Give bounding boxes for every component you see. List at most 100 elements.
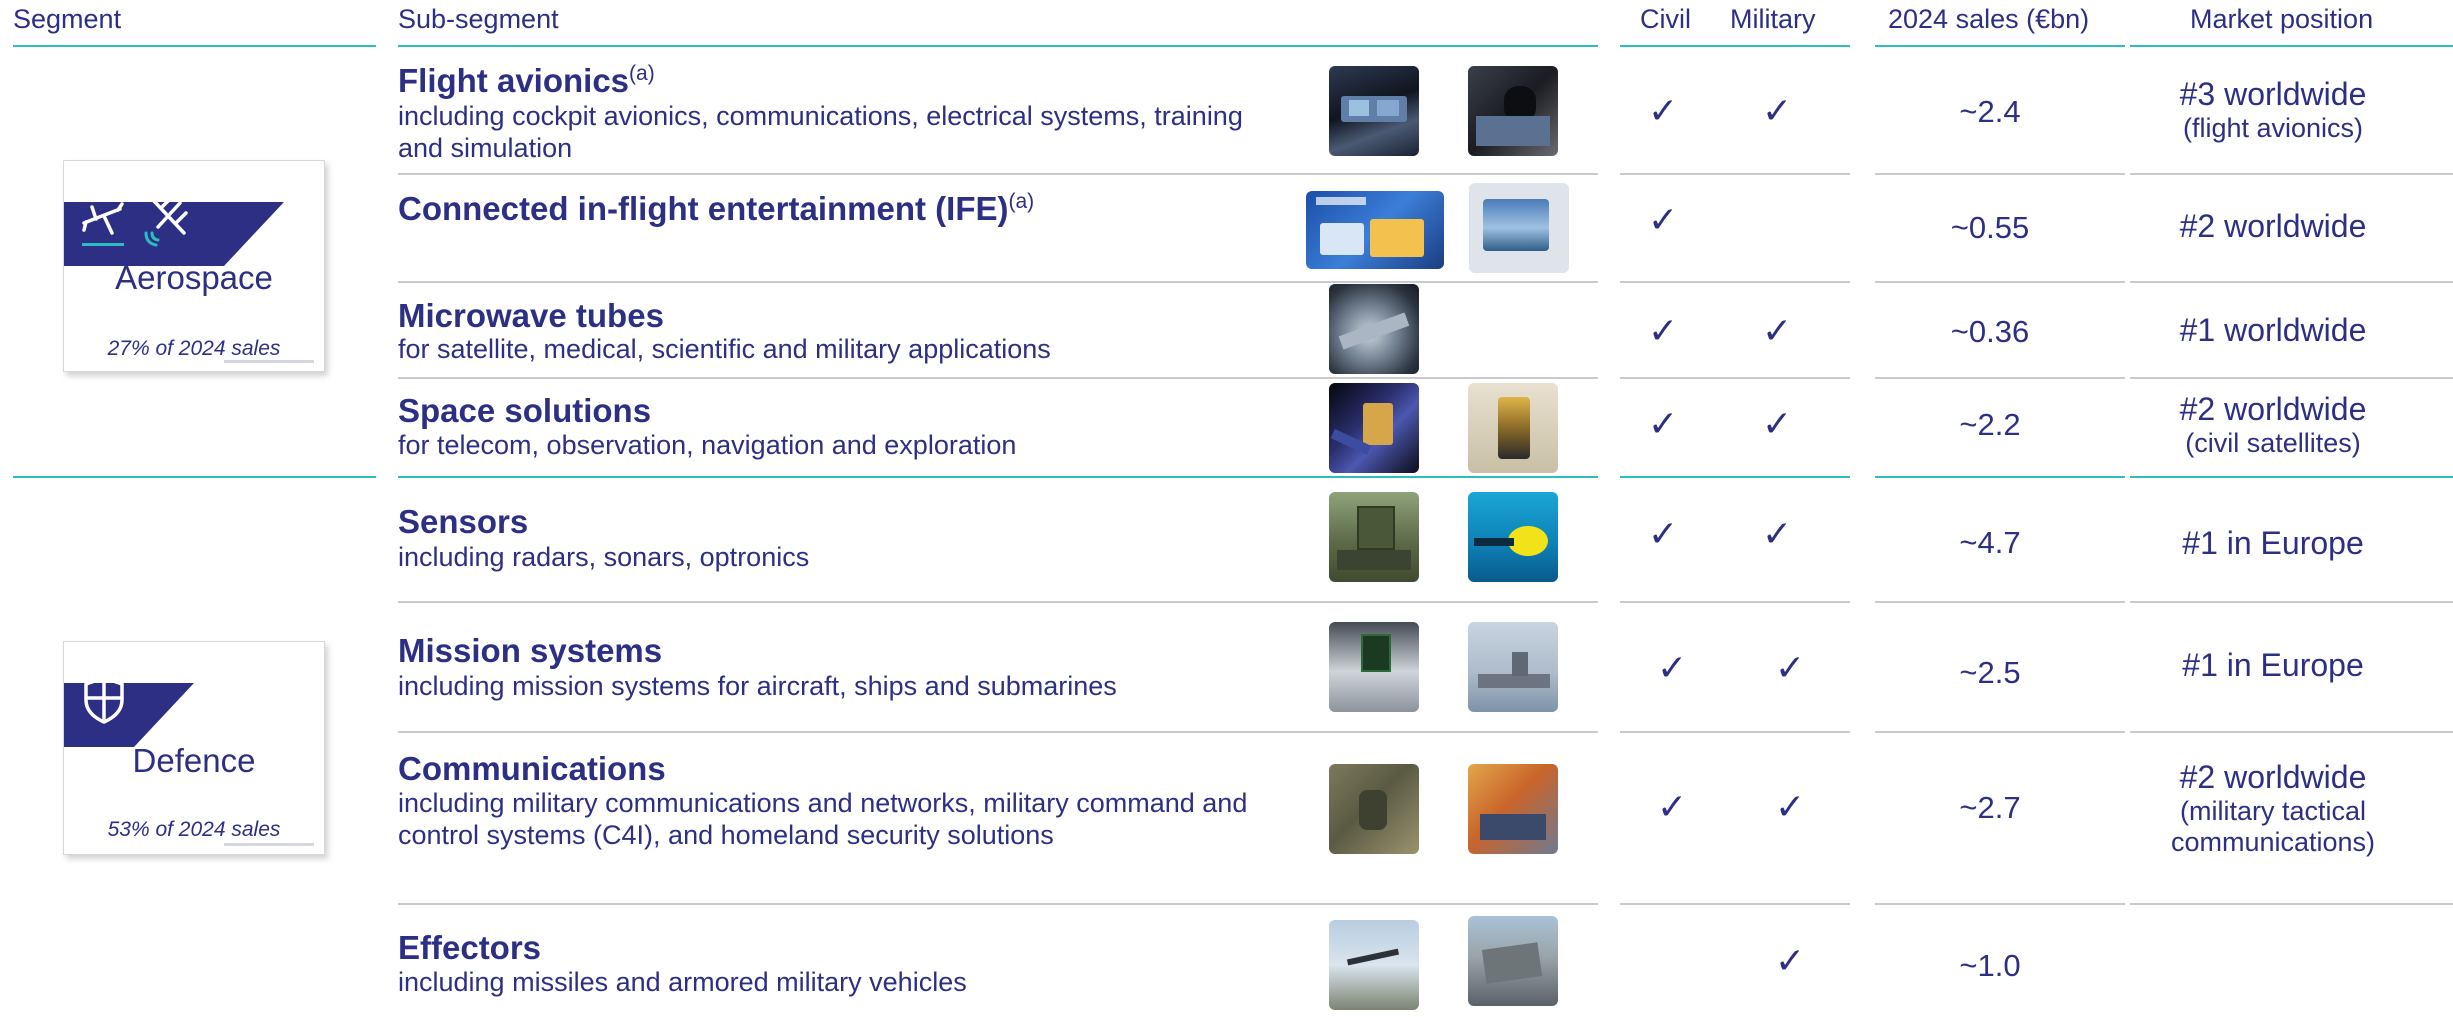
header-rule-segment <box>13 45 376 47</box>
row-title-footnote: (a) <box>1008 190 1035 213</box>
segment-underline <box>224 843 314 846</box>
sales-value: ~4.7 <box>1959 525 2021 560</box>
radar-photo <box>1329 492 1419 582</box>
row-title-text: Space solutions <box>398 392 652 429</box>
market-position-rank: #3 worldwide <box>2179 76 2367 112</box>
row-description: including mission systems for aircraft, … <box>398 671 1117 701</box>
header-rule-market <box>2130 45 2453 47</box>
seat-screen-photo <box>1469 183 1569 273</box>
header-rule-sales <box>1875 45 2125 47</box>
header-market-position: Market position <box>2190 4 2374 34</box>
row-separator <box>1620 281 1850 283</box>
row-separator <box>1875 903 2125 905</box>
row-separator <box>398 377 1598 379</box>
segment-share: 53% of 2024 sales <box>107 818 281 841</box>
simulator-photo <box>1468 66 1558 156</box>
civil-check: ✓ <box>1648 91 1679 132</box>
row-separator <box>398 281 1598 283</box>
row-separator <box>2130 731 2453 733</box>
header-segment: Segment <box>13 4 122 34</box>
row-title-text: Connected in-flight entertainment (IFE) <box>398 190 1009 227</box>
row-separator <box>2130 281 2453 283</box>
row-separator <box>1620 377 1850 379</box>
microwave-tube-photo <box>1329 284 1419 374</box>
airplane-icon <box>82 202 124 246</box>
segment-card-aerospace: Aerospace 27% of 2024 sales <box>63 160 325 372</box>
market-position-note: (flight avionics) <box>2182 113 2364 143</box>
market-position-rank: #1 in Europe <box>2182 525 2364 561</box>
row-separator <box>1620 601 1850 603</box>
cockpit-photo <box>1329 66 1419 156</box>
aircraft-radome-photo <box>1329 622 1419 712</box>
military-check: ✓ <box>1762 311 1793 352</box>
sales-value: ~2.4 <box>1959 94 2021 129</box>
market-position-rank: #1 in Europe <box>2182 647 2364 683</box>
market-position-note: (military tactical communications) <box>2170 796 2376 857</box>
segment-divider-civil-military <box>1620 476 1850 478</box>
header-sub-segment: Sub-segment <box>398 4 559 34</box>
row-separator <box>1620 903 1850 905</box>
satellite-photo <box>1329 383 1419 473</box>
sales-value: ~0.36 <box>1950 314 2030 349</box>
command-center-photo <box>1468 764 1558 854</box>
row-separator <box>2130 377 2453 379</box>
row-description: including cockpit avionics, communicatio… <box>398 101 1243 163</box>
sales-value: ~0.55 <box>1950 210 2030 245</box>
market-position: #2 worldwide (military tactical communic… <box>2108 759 2438 858</box>
row-title: Communications <box>398 750 666 788</box>
row-separator <box>1875 601 2125 603</box>
ife-screens-photo <box>1306 191 1444 269</box>
row-description: including missiles and armored military … <box>398 967 967 997</box>
row-title: Effectors <box>398 929 541 967</box>
row-title: Space solutions <box>398 392 651 430</box>
segment-card-defence: Defence 53% of 2024 sales <box>63 641 325 855</box>
market-position-note: (civil satellites) <box>2185 428 2361 458</box>
civil-check: ✓ <box>1657 787 1688 828</box>
market-position: #1 in Europe <box>2108 647 2438 684</box>
row-separator <box>398 601 1598 603</box>
soldier-radio-photo <box>1329 764 1419 854</box>
row-description: including radars, sonars, optronics <box>398 542 810 572</box>
satellite-icon <box>144 195 188 247</box>
row-separator <box>2130 903 2453 905</box>
row-separator <box>1875 377 2125 379</box>
segment-name: Defence <box>132 742 256 779</box>
row-title-text: Microwave tubes <box>398 297 664 334</box>
military-check: ✓ <box>1775 648 1806 689</box>
header-rule-civil-military <box>1620 45 1850 47</box>
sales-value: ~2.7 <box>1959 790 2021 825</box>
segment-name: Aerospace <box>115 259 273 296</box>
military-check: ✓ <box>1762 404 1793 445</box>
row-title-text: Mission systems <box>398 632 663 669</box>
row-description: including military communications and ne… <box>398 788 1248 850</box>
market-position: #1 in Europe <box>2108 525 2438 562</box>
row-separator <box>398 173 1598 175</box>
header-civil: Civil <box>1640 4 1691 34</box>
armored-vehicle-photo <box>1468 916 1558 1006</box>
header-rule-sub-segment <box>398 45 1598 47</box>
warship-photo <box>1468 622 1558 712</box>
segment-divider-sub-segment <box>398 476 1598 478</box>
sales-value: ~1.0 <box>1959 948 2021 983</box>
military-check: ✓ <box>1762 514 1793 555</box>
civil-check: ✓ <box>1657 648 1688 689</box>
market-position: #2 worldwide <box>2108 208 2438 245</box>
row-title-text: Flight avionics <box>398 62 630 99</box>
row-title: Flight avionics(a) <box>398 62 655 100</box>
segment-divider-market <box>2130 476 2453 478</box>
sales-value: ~2.2 <box>1959 407 2021 442</box>
market-position-rank: #1 worldwide <box>2179 312 2367 348</box>
header-military: Military <box>1730 4 1816 34</box>
row-title-footnote: (a) <box>629 62 655 85</box>
header-sales: 2024 sales (€bn) <box>1888 4 2090 34</box>
military-check: ✓ <box>1775 941 1806 982</box>
market-position: #2 worldwide (civil satellites) <box>2108 391 2438 459</box>
segment-divider-segment <box>13 476 376 478</box>
market-position: #3 worldwide (flight avionics) <box>2108 76 2438 144</box>
segment-divider-sales <box>1875 476 2125 478</box>
shield-icon <box>84 676 124 724</box>
civil-check: ✓ <box>1648 200 1679 241</box>
row-title-text: Sensors <box>398 503 529 540</box>
row-description: for telecom, observation, navigation and… <box>398 430 1017 460</box>
row-separator <box>398 731 1598 733</box>
